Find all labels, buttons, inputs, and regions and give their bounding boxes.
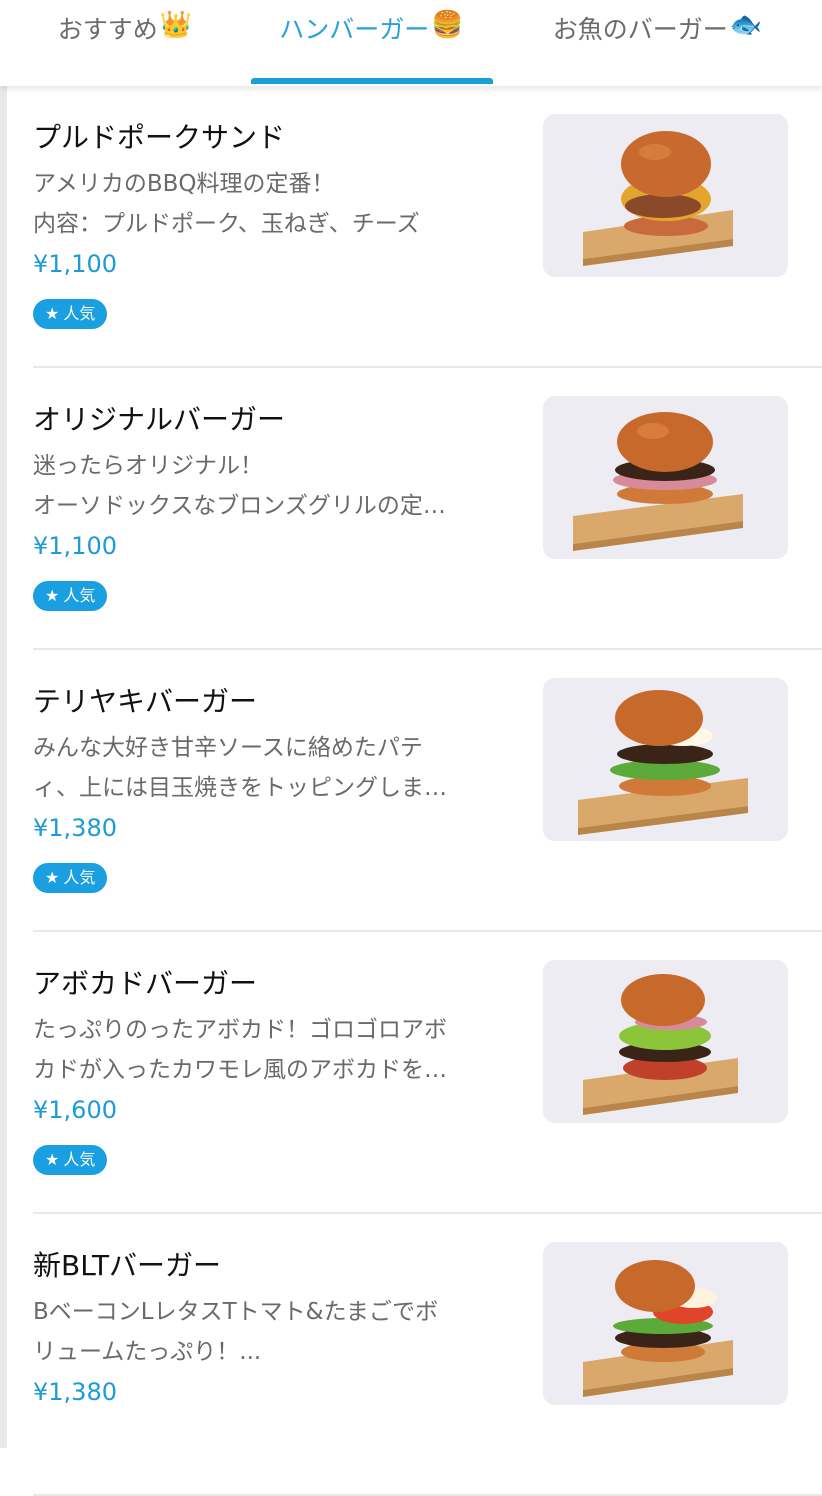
item-description: みんな大好き甘辛ソースに絡めたパテ ィ、上には目玉焼きをトッピングしま… [33,728,523,808]
star-icon: ★ [45,586,60,605]
popular-badge: ★ 人気 [33,1145,108,1175]
tab-label: お魚のバーガー [552,15,728,44]
description-line: 内容：プルドポーク、玉ねぎ、チーズ [33,211,420,237]
item-price: ¥1,380 [33,814,117,842]
item-name: アボカドバーガー [33,967,258,1000]
popular-badge: ★ 人気 [33,863,108,893]
burger-photo [578,690,748,835]
teriyaki-burger-image[interactable] [543,678,788,841]
menu-item[interactable]: アボカドバーガー たっぷりのったアボカド！ゴロゴロアボ カドが入ったカワモレ風の… [0,932,822,1214]
blt-burger-image[interactable] [543,1242,788,1405]
avocado-burger-image[interactable] [543,960,788,1123]
menu-item[interactable]: テリヤキバーガー みんな大好き甘辛ソースに絡めたパテ ィ、上には目玉焼きをトッピ… [0,650,822,932]
tab-recommended[interactable]: おすすめ 👑 [0,0,250,86]
description-line: BベーコンLレタスTトマト&たまごでボ [33,1299,439,1325]
item-description: 迷ったらオリジナル！ オーソドックスなブロンズグリルの定… [33,446,523,526]
item-name: オリジナルバーガー [33,403,286,436]
item-description: アメリカのBBQ料理の定番！ 内容：プルドポーク、玉ねぎ、チーズ [33,164,523,244]
popular-badge: ★ 人気 [33,299,108,329]
description-line: みんな大好き甘辛ソースに絡めたパテ [33,735,423,761]
tab-fish-burger[interactable]: お魚のバーガー 🐟 [493,0,822,86]
item-price: ¥1,380 [33,1378,117,1406]
hamburger-icon: 🍔 [431,10,464,40]
item-name: プルドポークサンド [33,121,286,154]
active-tab-indicator [251,78,493,84]
burger-photo [583,131,733,266]
description-line: オーソドックスなブロンズグリルの定… [33,493,446,519]
tab-label: おすすめ [57,15,158,44]
burger-photo [583,974,738,1115]
description-line: リュームたっぷり！... [33,1339,262,1365]
popular-badge: ★ 人気 [33,581,108,611]
item-name: 新BLTバーガー [33,1249,222,1282]
menu-list[interactable]: プルドポークサンド アメリカのBBQ料理の定番！ 内容：プルドポーク、玉ねぎ、チ… [0,86,822,1496]
burger-photo [573,412,743,551]
description-line: ィ、上には目玉焼きをトッピングしま… [33,775,447,801]
star-icon: ★ [45,868,60,887]
item-description: BベーコンLレタスTトマト&たまごでボ リュームたっぷり！... [33,1292,523,1372]
item-price: ¥1,100 [33,532,117,560]
badge-label: 人気 [63,304,96,323]
badge-label: 人気 [63,586,96,605]
category-tab-bar: おすすめ 👑 ハンバーガー 🍔 お魚のバーガー 🐟 [0,0,822,86]
description-line: アメリカのBBQ料理の定番！ [33,171,335,197]
star-icon: ★ [45,1150,60,1169]
tab-label: ハンバーガー [279,15,430,44]
badge-label: 人気 [63,1150,96,1169]
star-icon: ★ [45,304,60,323]
burger-photo [583,1260,733,1397]
description-line: カドが入ったカワモレ風のアボカドを… [33,1057,447,1083]
description-line: たっぷりのったアボカド！ゴロゴロアボ [33,1017,447,1043]
menu-item[interactable]: オリジナルバーガー 迷ったらオリジナル！ オーソドックスなブロンズグリルの定… … [0,368,822,650]
tab-hamburger[interactable]: ハンバーガー 🍔 [250,0,493,86]
menu-item[interactable]: プルドポークサンド アメリカのBBQ料理の定番！ 内容：プルドポーク、玉ねぎ、チ… [0,86,822,368]
item-description: たっぷりのったアボカド！ゴロゴロアボ カドが入ったカワモレ風のアボカドを… [33,1010,523,1090]
description-line: 迷ったらオリジナル！ [33,453,263,479]
item-name: テリヤキバーガー [33,685,258,718]
badge-label: 人気 [63,868,96,887]
item-price: ¥1,600 [33,1096,117,1124]
original-burger-image[interactable] [543,396,788,559]
fish-icon: 🐟 [729,10,763,40]
pulled-pork-sandwich-image[interactable] [543,114,788,277]
crown-icon: 👑 [159,10,193,40]
item-price: ¥1,100 [33,250,117,278]
menu-item[interactable]: 新BLTバーガー BベーコンLレタスTトマト&たまごでボ リュームたっぷり！..… [0,1214,822,1496]
